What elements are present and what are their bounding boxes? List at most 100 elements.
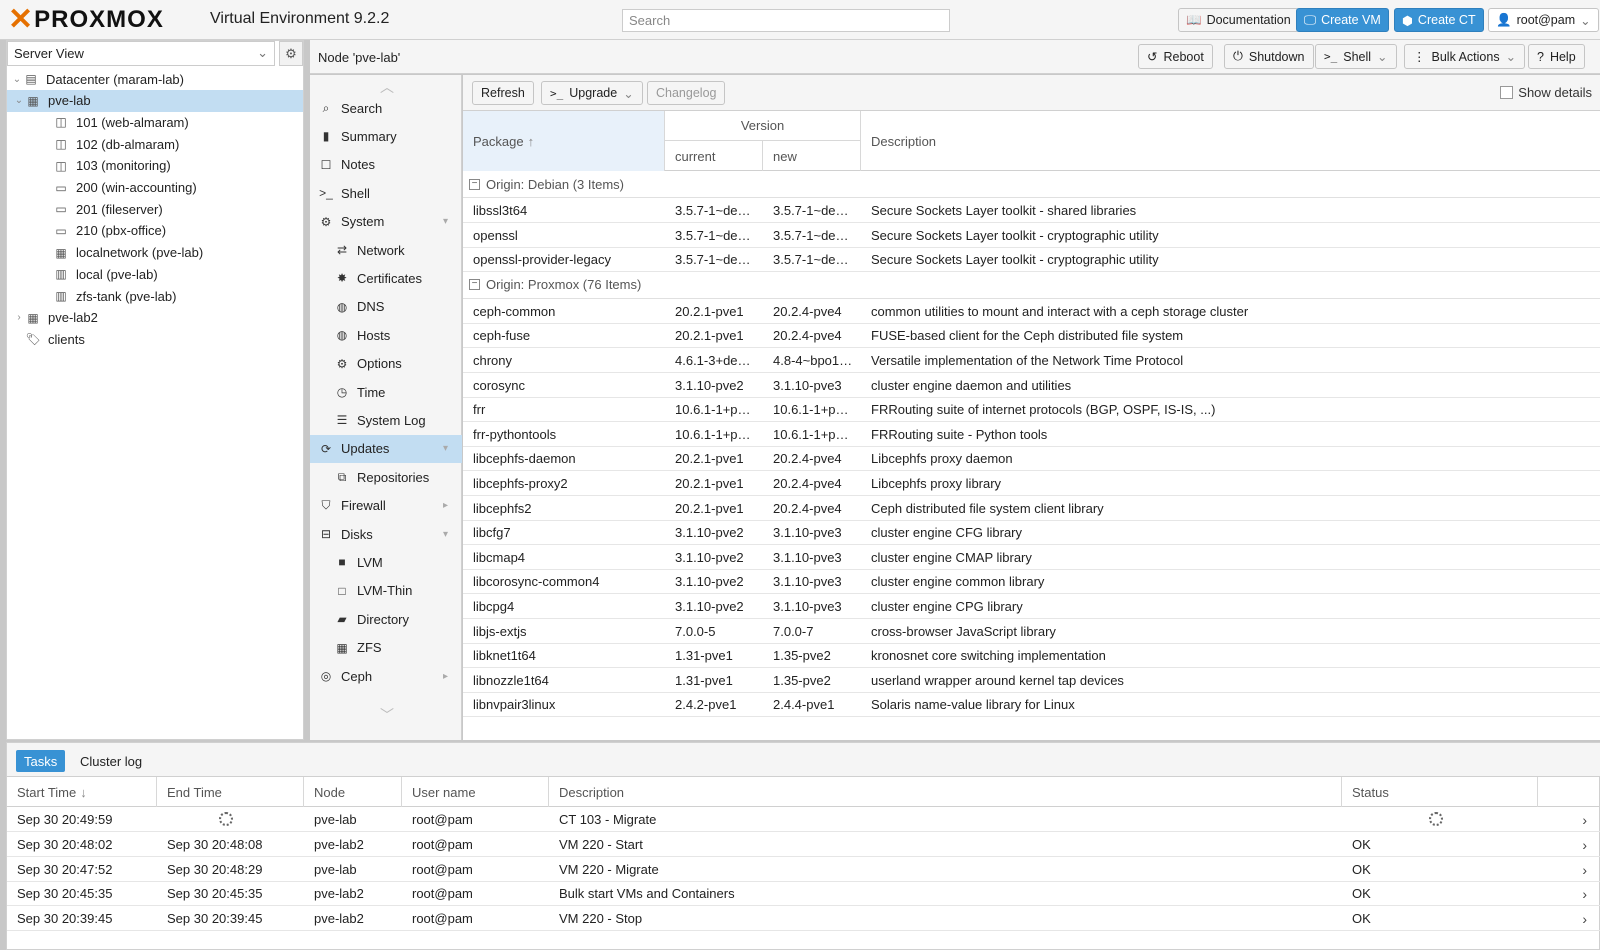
nav-item-firewall[interactable]: ⛉ Firewall ▸ [310, 492, 462, 520]
task-row[interactable]: Sep 30 20:45:35 Sep 30 20:45:35 pve-lab2 ro… [7, 881, 1600, 907]
view-selector[interactable]: Server View ⌄ [7, 41, 275, 66]
nav-item-dns[interactable]: ◍ DNS [310, 293, 462, 321]
nav-item-repositories[interactable]: ⧉ Repositories [310, 463, 462, 491]
column-current[interactable]: current [665, 141, 763, 171]
package-row[interactable]: openssl 3.5.7-1~de… 3.5.7-1~de… Secure Sock… [463, 223, 1600, 248]
tree-item[interactable]: › ▦ pve-lab2 [7, 307, 303, 329]
column-node[interactable]: Node [304, 777, 402, 807]
gear-icon[interactable]: ⚙ [279, 41, 303, 66]
expand-open-icon[interactable]: ⌄ [13, 95, 25, 106]
nav-item-zfs[interactable]: ▦ ZFS [310, 634, 462, 662]
search-input[interactable]: Search [622, 9, 950, 32]
tree-item[interactable]: ◫ 102 (db-almaram) [7, 133, 303, 155]
nav-item-shell[interactable]: >_ Shell [310, 179, 462, 207]
nav-item-search[interactable]: ⌕ Search [310, 94, 462, 122]
tree-item[interactable]: ▭ 210 (pbx-office) [7, 220, 303, 242]
package-row[interactable]: chrony 4.6.1-3+de… 4.8-4~bpo1… Versatile im… [463, 348, 1600, 373]
tree-item[interactable]: ⌄ ▦ pve-lab [7, 89, 303, 112]
nav-item-system-log[interactable]: ☰ System Log [310, 406, 462, 434]
task-row[interactable]: Sep 30 20:49:59 pve-lab root@pam CT 103 - M… [7, 807, 1600, 832]
reboot-button[interactable]: ↺ Reboot [1138, 44, 1213, 69]
tree-item[interactable]: ◫ 101 (web-almaram) [7, 111, 303, 133]
column-status[interactable]: Status [1342, 777, 1538, 807]
expand-open-icon[interactable]: ⌄ [11, 74, 23, 85]
task-row[interactable]: Sep 30 20:48:02 Sep 30 20:48:08 pve-lab2 ro… [7, 832, 1600, 857]
tree-item[interactable]: ⌄ ▤ Datacenter (maram-lab) [7, 68, 303, 90]
nav-item-system[interactable]: ⚙ System ▾ [310, 208, 462, 236]
nav-item-summary[interactable]: ▮ Summary [310, 122, 462, 150]
nav-item-lvm[interactable]: ■ LVM [310, 548, 462, 576]
user-menu-button[interactable]: 👤 root@pam ⌄ [1488, 8, 1599, 32]
nav-item-disks[interactable]: ⊟ Disks ▾ [310, 520, 462, 548]
scroll-down-icon[interactable]: ﹀ [380, 705, 394, 725]
changelog-button[interactable]: Changelog [647, 81, 726, 105]
proxmox-logo[interactable]: ✕ PROXMOX [8, 4, 164, 36]
bulk-actions-button[interactable]: ⋮ Bulk Actions ⌄ [1404, 44, 1526, 69]
tab-tasks[interactable]: Tasks [16, 750, 66, 772]
column-description[interactable]: Description [861, 111, 1600, 171]
package-row[interactable]: libjs-extjs 7.0.0-5 7.0.0-7 cross-browser J… [463, 619, 1600, 644]
group-header[interactable]: − Origin: Proxmox (76 Items) [463, 272, 1600, 299]
tab-cluster-log[interactable]: Cluster log [72, 750, 150, 772]
package-row[interactable]: libnvpair3linux 2.4.2-pve1 2.4.4-pve1 Solar… [463, 692, 1600, 718]
tree-item[interactable]: ▥ local (pve-lab) [7, 263, 303, 285]
tree-item[interactable]: ◫ 103 (monitoring) [7, 155, 303, 177]
show-details-checkbox[interactable]: Show details [1500, 85, 1592, 100]
package-row[interactable]: libcfg7 3.1.10-pve2 3.1.10-pve3 cluster eng… [463, 520, 1600, 546]
documentation-button[interactable]: 📖 Documentation [1178, 8, 1299, 32]
nav-item-updates[interactable]: ⟳ Updates ▾ [310, 434, 462, 463]
column-user-name[interactable]: User name [402, 777, 549, 807]
package-row[interactable]: libcpg4 3.1.10-pve2 3.1.10-pve3 cluster eng… [463, 594, 1600, 619]
shell-button[interactable]: >_ Shell ⌄ [1315, 44, 1397, 69]
package-row[interactable]: libcephfs-daemon 20.2.1-pve1 20.2.4-pve4 Li… [463, 446, 1600, 472]
create-ct-button[interactable]: ⬢ Create CT [1394, 8, 1484, 32]
column-start-time[interactable]: Start Time ↓ [7, 777, 157, 807]
chevron-right-icon[interactable]: › [1582, 862, 1587, 878]
package-row[interactable]: libcmap4 3.1.10-pve2 3.1.10-pve3 cluster en… [463, 545, 1600, 570]
nav-item-lvm-thin[interactable]: □ LVM-Thin [310, 577, 462, 605]
package-row[interactable]: ceph-common 20.2.1-pve1 20.2.4-pve4 common … [463, 299, 1600, 324]
task-row[interactable]: Sep 30 20:39:45 Sep 30 20:39:45 pve-lab2 ro… [7, 906, 1600, 932]
shutdown-button[interactable]: ⏻ Shutdown [1224, 44, 1314, 69]
package-row[interactable]: ceph-fuse 20.2.1-pve1 20.2.4-pve4 FUSE-base… [463, 323, 1600, 349]
package-row[interactable]: libssl3t64 3.5.7-1~de… 3.5.7-1~de… Secure S… [463, 198, 1600, 223]
expand-closed-icon[interactable]: › [13, 312, 25, 323]
nav-item-certificates[interactable]: ✸ Certificates [310, 264, 462, 292]
tree-item[interactable]: ▦ localnetwork (pve-lab) [7, 242, 303, 264]
refresh-button[interactable]: Refresh [472, 81, 534, 105]
chevron-right-icon[interactable]: › [1582, 886, 1587, 902]
help-button[interactable]: ? Help [1528, 44, 1585, 69]
nav-item-notes[interactable]: ☐ Notes [310, 151, 462, 179]
nav-item-options[interactable]: ⚙ Options [310, 350, 462, 378]
collapse-icon[interactable]: − [469, 178, 480, 190]
create-vm-button[interactable]: 🖵 Create VM [1296, 8, 1389, 32]
package-row[interactable]: openssl-provider-legacy 3.5.7-1~de… 3.5.7-… [463, 247, 1600, 273]
package-row[interactable]: libnozzle1t64 1.31-pve1 1.35-pve2 userland … [463, 668, 1600, 693]
nav-item-directory[interactable]: ▰ Directory [310, 605, 462, 633]
chevron-right-icon[interactable]: › [1582, 911, 1587, 927]
tree-item[interactable]: ▥ zfs-tank (pve-lab) [7, 285, 303, 307]
column-package[interactable]: Package ↑ [463, 111, 665, 171]
package-row[interactable]: corosync 3.1.10-pve2 3.1.10-pve3 cluster en… [463, 373, 1600, 398]
package-row[interactable]: libknet1t64 1.31-pve1 1.35-pve2 kronosnet c… [463, 643, 1600, 669]
column-description[interactable]: Description [549, 777, 1342, 807]
tree-item[interactable]: ▭ 201 (fileserver) [7, 198, 303, 220]
chevron-right-icon[interactable]: › [1582, 812, 1587, 828]
group-header[interactable]: − Origin: Debian (3 Items) [463, 171, 1600, 198]
package-row[interactable]: frr 10.6.1-1+p… 10.6.1-1+p… FRRouting suite… [463, 397, 1600, 423]
task-row[interactable]: Sep 30 20:47:52 Sep 30 20:48:29 pve-lab roo… [7, 857, 1600, 882]
column-end-time[interactable]: End Time [157, 777, 304, 807]
nav-item-network[interactable]: ⇄ Network [310, 236, 462, 264]
package-row[interactable]: frr-pythontools 10.6.1-1+p… 10.6.1-1+p… FRR… [463, 422, 1600, 447]
package-row[interactable]: libcorosync-common4 3.1.10-pve2 3.1.10-pve… [463, 569, 1600, 595]
collapse-icon[interactable]: − [469, 279, 480, 291]
package-row[interactable]: libcephfs-proxy2 20.2.1-pve1 20.2.4-pve4 Li… [463, 471, 1600, 496]
nav-item-hosts[interactable]: ◍ Hosts [310, 321, 462, 349]
package-row[interactable]: libcephfs2 20.2.1-pve1 20.2.4-pve4 Ceph dis… [463, 496, 1600, 521]
column-new[interactable]: new [763, 141, 861, 171]
nav-item-time[interactable]: ◷ Time [310, 378, 462, 406]
tree-item[interactable]: 🏷 clients [7, 328, 303, 350]
upgrade-button[interactable]: >_ Upgrade ⌄ [541, 81, 643, 105]
tree-item[interactable]: ▭ 200 (win-accounting) [7, 177, 303, 199]
chevron-right-icon[interactable]: › [1582, 837, 1587, 853]
